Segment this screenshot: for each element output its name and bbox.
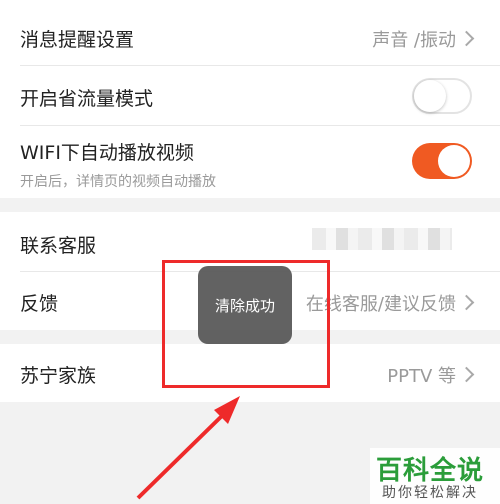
- wifi-autoplay-toggle[interactable]: [412, 143, 472, 179]
- wifi-autoplay-title: WIFI下自动播放视频: [20, 142, 194, 164]
- data-saver-title: 开启省流量模式: [20, 88, 154, 110]
- msg-reminder-title: 消息提醒设置: [20, 29, 135, 51]
- feedback-title: 反馈: [20, 293, 59, 315]
- watermark: 百科全说 助你轻松解决: [370, 448, 500, 504]
- chevron-right-icon: [458, 30, 475, 47]
- contact-service-title: 联系客服: [20, 235, 97, 257]
- toggle-knob: [414, 80, 446, 112]
- family-value: PPTV 等: [387, 366, 456, 387]
- chevron-right-icon: [458, 294, 475, 311]
- msg-reminder-row[interactable]: 消息提醒设置 声音 /振动: [0, 8, 500, 66]
- data-saver-toggle[interactable]: [412, 78, 472, 114]
- wifi-autoplay-subtitle: 开启后，详情页的视频自动播放: [20, 174, 216, 190]
- highlight-box: [162, 260, 330, 388]
- msg-reminder-value: 声音 /振动: [372, 30, 456, 51]
- watermark-subtitle: 助你轻松解决: [382, 485, 478, 501]
- toggle-knob: [438, 145, 470, 177]
- blurred-value: [312, 228, 452, 250]
- family-title: 苏宁家族: [20, 365, 97, 387]
- data-saver-row: 开启省流量模式: [0, 66, 500, 126]
- chevron-right-icon: [458, 366, 475, 383]
- wifi-autoplay-row: WIFI下自动播放视频 开启后，详情页的视频自动播放: [0, 126, 500, 198]
